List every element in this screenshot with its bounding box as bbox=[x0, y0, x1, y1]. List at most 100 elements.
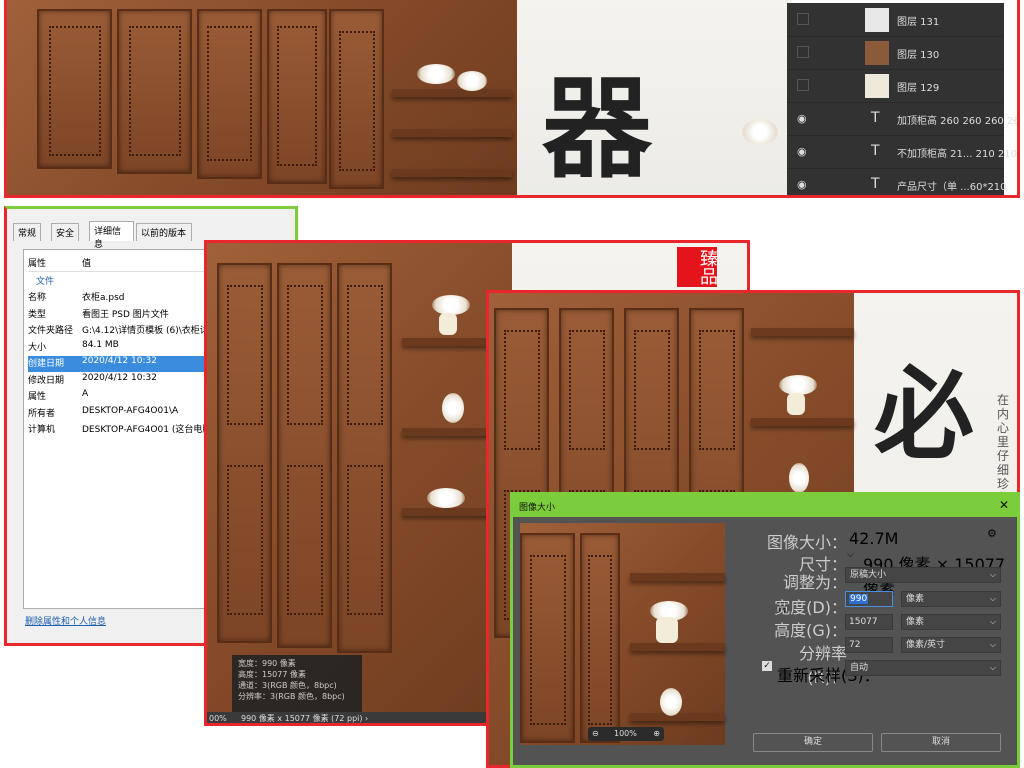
info-line: 通道：3(RGB 颜色，8bpc) bbox=[238, 681, 337, 690]
wardrobe-door bbox=[37, 9, 112, 169]
text-layer-icon: T bbox=[871, 176, 880, 192]
layer-row[interactable]: ◉ T 产品尺寸（单 ...60*210 bbox=[787, 168, 1007, 195]
chevron-down-icon[interactable]: ⌵ bbox=[847, 550, 854, 560]
property-key: 计算机 bbox=[28, 425, 56, 435]
visibility-toggle[interactable] bbox=[797, 13, 809, 25]
flower-decoration bbox=[789, 463, 809, 493]
width-label: 宽度(D)： bbox=[774, 598, 847, 617]
wardrobe-door bbox=[520, 533, 575, 743]
resample-checkbox[interactable]: ✓ bbox=[762, 661, 772, 671]
wardrobe-door bbox=[337, 263, 392, 653]
vase bbox=[787, 393, 805, 415]
info-line: 高度：15077 像素 bbox=[238, 670, 306, 679]
property-key: 名称 bbox=[28, 293, 47, 303]
info-line: 宽度：990 像素 bbox=[238, 659, 296, 668]
wardrobe-door bbox=[329, 9, 384, 189]
layer-row[interactable]: 图层 131 bbox=[787, 3, 1004, 37]
property-value: DESKTOP-AFG4O01\A bbox=[82, 405, 179, 416]
image-size-dialog: 图像大小 ✕ ⊖ 100% ⊕ 图像大小： 42.7M ⚙ 尺寸： ⌵ 990 … bbox=[510, 492, 1020, 768]
property-key: 所有者 bbox=[28, 408, 56, 419]
shelf bbox=[392, 129, 512, 137]
eye-icon[interactable]: ◉ bbox=[797, 112, 811, 126]
shelf bbox=[630, 713, 725, 721]
visibility-toggle[interactable] bbox=[797, 46, 809, 58]
property-value: A bbox=[82, 389, 89, 399]
magnolia-flower bbox=[742, 119, 778, 145]
resolution-unit-select[interactable]: 像素/英寸 ⌵ bbox=[901, 637, 1001, 653]
close-icon[interactable]: ✕ bbox=[999, 498, 1009, 512]
resolution-input[interactable]: 72 bbox=[845, 637, 893, 653]
wardrobe-door bbox=[277, 263, 332, 648]
chevron-down-icon: ⌵ bbox=[989, 617, 996, 626]
width-unit-select[interactable]: 像素 ⌵ bbox=[901, 591, 1001, 607]
wardrobe-door bbox=[217, 263, 272, 643]
resample-value: 自动 bbox=[850, 663, 869, 673]
info-line: 分辨率：3(RGB 颜色，8bpc) bbox=[238, 692, 345, 701]
property-value: 2020/4/12 10:32 bbox=[82, 356, 157, 366]
wardrobe-door bbox=[580, 533, 620, 743]
status-zoom[interactable]: 00% bbox=[209, 712, 227, 723]
chevron-down-icon: ⌵ bbox=[989, 594, 996, 603]
eye-icon[interactable]: ◉ bbox=[797, 145, 811, 159]
flower-decoration bbox=[457, 71, 487, 91]
door-panel bbox=[530, 555, 566, 725]
zoom-in-icon[interactable]: ⊕ bbox=[653, 727, 660, 741]
ok-button[interactable]: 确定 bbox=[753, 733, 873, 752]
tab-details[interactable]: 详细信息 bbox=[89, 221, 134, 250]
chevron-down-icon: ⌵ bbox=[989, 570, 996, 579]
shelf bbox=[392, 169, 512, 177]
layers-panel: 图层 131 图层 130 图层 129 ◉ T 加顶柜高 260 260 260 260… bbox=[787, 3, 1017, 195]
height-unit-select[interactable]: 像素 ⌵ bbox=[901, 614, 1001, 630]
property-value: 2020/4/12 10:32 bbox=[82, 372, 157, 383]
layer-row[interactable]: 图层 129 bbox=[787, 69, 1004, 103]
door-panel bbox=[287, 465, 323, 615]
height-unit: 像素 bbox=[906, 617, 925, 627]
width-input[interactable]: 990 bbox=[845, 591, 893, 607]
height-input[interactable]: 15077 bbox=[845, 614, 893, 630]
chevron-down-icon: ⌵ bbox=[989, 640, 996, 649]
height-value: 15077 bbox=[849, 617, 878, 627]
layer-row[interactable]: ◉ T 加顶柜高 260 260 260 260 bbox=[787, 102, 1017, 136]
flower-decoration bbox=[442, 393, 464, 423]
remove-properties-link[interactable]: 删除属性和个人信息 bbox=[25, 614, 106, 627]
door-panel bbox=[347, 285, 383, 425]
image-size-label: 图像大小： bbox=[767, 533, 848, 552]
header-value[interactable]: 值 bbox=[82, 256, 91, 269]
tab-security[interactable]: 安全 bbox=[51, 223, 79, 241]
layer-row[interactable]: ◉ T 不加顶柜高 21... 210 210 bbox=[787, 135, 1017, 169]
vase bbox=[439, 313, 457, 335]
door-panel bbox=[207, 26, 252, 161]
tab-general[interactable]: 常规 bbox=[13, 223, 41, 241]
fit-select[interactable]: 原稿大小 ⌵ bbox=[845, 567, 1001, 583]
layer-name: 不加顶柜高 21... 210 210 bbox=[897, 149, 1017, 160]
top-preview-frame: 器 图层 131 图层 130 图层 129 ◉ T 加顶柜高 260 260 260 2… bbox=[4, 0, 1020, 198]
resolution-value: 72 bbox=[849, 640, 861, 650]
preview-zoom-value: 100% bbox=[614, 729, 637, 738]
text-layer-icon: T bbox=[871, 143, 880, 159]
layer-thumbnail bbox=[865, 41, 889, 65]
top-wardrobe-image bbox=[7, 0, 517, 195]
resolution-unit: 像素/英寸 bbox=[906, 640, 946, 650]
flower-decoration bbox=[660, 688, 682, 716]
door-panel bbox=[49, 26, 101, 156]
fit-value: 原稿大小 bbox=[850, 570, 887, 580]
chevron-right-icon[interactable]: › bbox=[365, 712, 368, 723]
layer-name: 图层 130 bbox=[897, 50, 940, 61]
header-key[interactable]: 属性 bbox=[28, 256, 46, 269]
property-key: 属性 bbox=[28, 392, 47, 402]
eye-icon[interactable]: ◉ bbox=[797, 178, 811, 192]
resample-select[interactable]: 自动 ⌵ bbox=[845, 660, 1001, 676]
dialog-title: 图像大小 bbox=[519, 503, 556, 513]
layer-name: 加顶柜高 260 260 260 260 bbox=[897, 116, 1020, 127]
layer-row[interactable]: 图层 130 bbox=[787, 36, 1004, 70]
tab-previous-versions[interactable]: 以前的版本 bbox=[136, 223, 192, 241]
flower-decoration bbox=[417, 64, 455, 84]
status-size: 990 像素 x 15077 像素 (72 ppi) bbox=[241, 714, 363, 723]
cancel-button[interactable]: 取消 bbox=[881, 733, 1001, 752]
dialog-titlebar: 图像大小 ✕ bbox=[513, 495, 1017, 517]
visibility-toggle[interactable] bbox=[797, 79, 809, 91]
gear-icon[interactable]: ⚙ bbox=[987, 527, 997, 540]
property-value: 看图王 PSD 图片文件 bbox=[82, 309, 169, 320]
fit-label: 调整为： bbox=[782, 573, 847, 592]
zoom-out-icon[interactable]: ⊖ bbox=[592, 727, 599, 741]
